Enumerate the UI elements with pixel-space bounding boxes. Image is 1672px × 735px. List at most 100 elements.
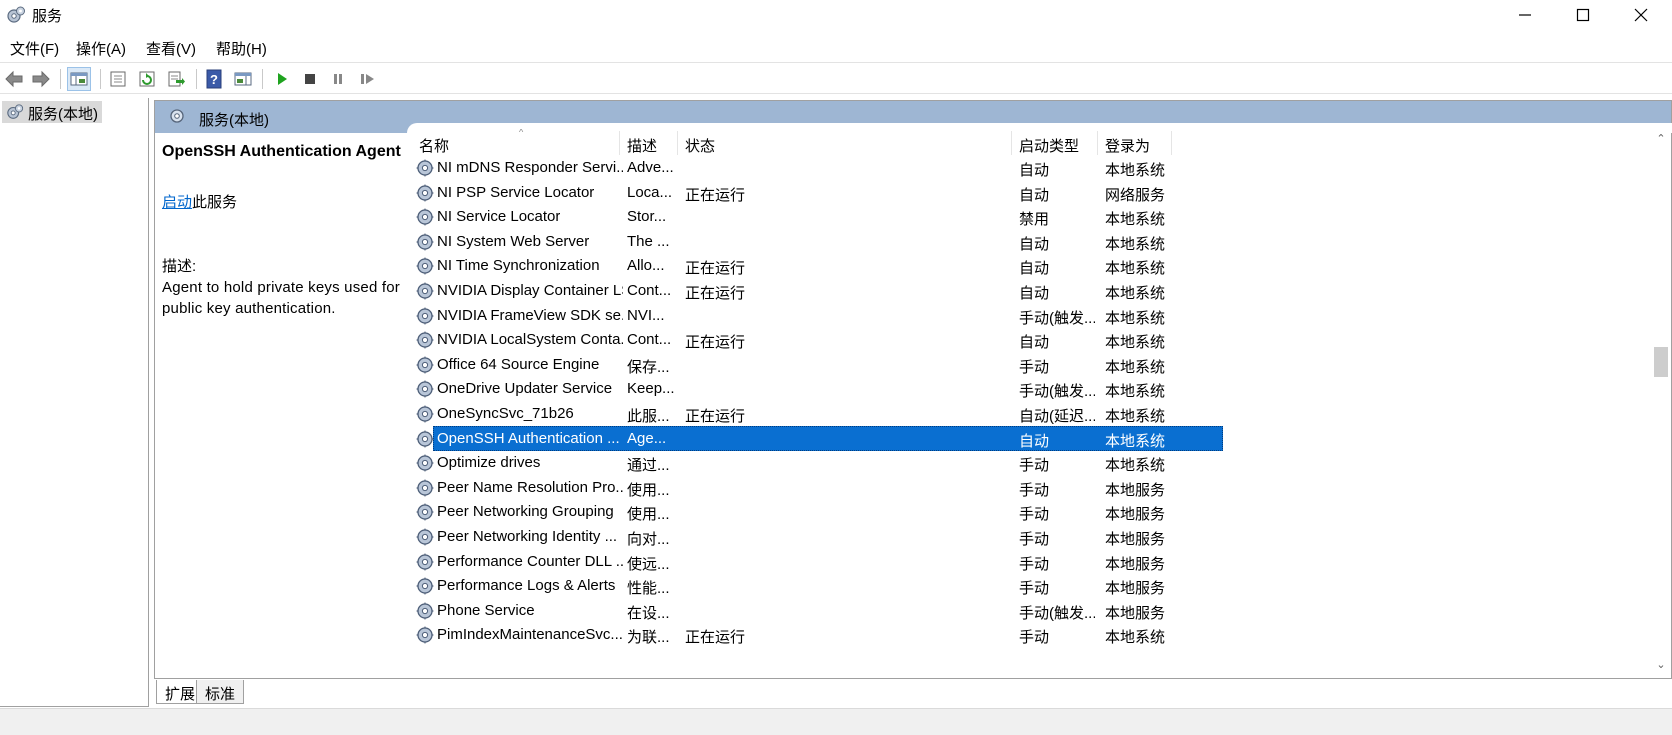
minimize-button[interactable] [1496,0,1554,30]
service-row[interactable]: NVIDIA LocalSystem Conta... Cont... 正在运行 自动… [411,327,1223,353]
properties-icon [110,71,126,87]
console-tree: 服务(本地) [0,98,149,707]
service-row[interactable]: OneDrive Updater Service Keep... 手动(触发... 本… [411,376,1223,402]
help-button[interactable]: ? [202,67,226,91]
service-startup-type: 手动 [1019,457,1050,475]
service-gear-icon [416,478,434,497]
scroll-up-icon[interactable]: ⌃ [1655,133,1667,145]
service-name: Performance Counter DLL ... [437,552,623,570]
service-row[interactable]: NI mDNS Responder Servi... Adve... 自动 本地系统 [411,155,1223,181]
show-hide-action-pane-button[interactable] [231,67,255,91]
window-title: 服务 [32,8,63,25]
service-name: PimIndexMaintenanceSvc... [437,626,623,644]
service-status: 正在运行 [685,260,746,278]
scroll-down-icon[interactable]: ⌄ [1655,659,1667,671]
description-panel: OpenSSH Authentication Agent 启动此服务 描述: A… [162,143,412,317]
service-row[interactable]: Performance Logs & Alerts 性能... 手动 本地服务 [411,573,1223,599]
service-logon-as: 本地系统 [1105,432,1166,450]
service-row[interactable]: OpenSSH Authentication ... Age... 自动 本地系统 [411,425,1223,452]
menu-help[interactable]: 帮助(H) [216,38,267,59]
service-startup-type: 手动 [1019,629,1050,647]
show-hide-console-tree-button[interactable] [67,67,91,91]
service-logon-as: 本地系统 [1105,285,1166,302]
service-startup-type: 手动 [1019,506,1050,524]
pause-service-button[interactable] [326,67,350,91]
service-startup-type: 自动 [1019,260,1050,278]
service-gear-icon [416,159,434,177]
back-button[interactable] [2,67,26,91]
service-action-suffix: 此服务 [192,194,238,211]
service-logon-as: 本地服务 [1105,555,1166,573]
close-button[interactable] [1612,0,1670,30]
scroll-thumb[interactable] [1654,347,1668,377]
tab-standard[interactable]: 标准 [196,680,245,704]
service-row[interactable]: PimIndexMaintenanceSvc... 为联... 正在运行 手动 本地系统 [411,622,1223,648]
service-row[interactable]: NVIDIA FrameView SDK se... NVI... 手动(触发...… [411,303,1223,329]
export-list-button[interactable] [164,67,188,91]
start-service-link[interactable]: 启动 [162,194,192,211]
service-name: Peer Networking Grouping [437,503,614,521]
service-logon-as: 本地服务 [1105,531,1166,548]
forward-button[interactable] [29,67,53,91]
column-header-name[interactable]: 名称 [419,129,449,155]
vertical-scrollbar[interactable]: ⌃ ⌄ [1651,129,1671,677]
service-description: Loca... [627,183,673,201]
refresh-button[interactable] [135,67,159,91]
column-header-startup-label: 启动类型 [1019,138,1080,155]
service-startup-type: 手动 [1019,358,1050,376]
service-startup-type: 手动(触发... [1019,309,1095,327]
properties-button[interactable] [106,67,130,91]
service-logon-as: 本地服务 [1105,604,1166,622]
column-header-status[interactable]: 状态 [685,129,715,155]
service-description: NVI... [627,306,665,324]
description-label: 描述: [162,258,197,275]
resume-service-button[interactable] [356,67,380,91]
service-logon-as: 本地系统 [1105,457,1166,475]
service-logon-as: 本地系统 [1105,211,1166,229]
service-description: 在设... [627,604,670,622]
service-row[interactable]: Performance Counter DLL ... 使远... 手动 本地服务 [411,549,1223,575]
service-gear-icon [416,626,434,645]
service-logon-as: 本地系统 [1105,235,1166,253]
service-status: 正在运行 [685,334,746,352]
service-row[interactable]: Peer Networking Identity ... 向对... 手动 本地服务 [411,524,1223,550]
service-name: Peer Networking Identity ... [437,528,618,545]
selected-service-title: OpenSSH Authentication Agent [162,143,401,160]
services-gear-icon [7,104,24,119]
column-header-startup-type[interactable]: 启动类型 [1019,129,1079,155]
service-row[interactable]: Phone Service 在设... 手动(触发... 本地服务 [411,598,1223,624]
column-header-description-label: 描述 [627,138,658,155]
tree-item-services-local[interactable]: 服务(本地) [2,101,102,123]
menu-action[interactable]: 操作(A) [76,38,126,59]
service-name: OpenSSH Authentication ... [437,429,620,447]
service-description: 通过... [627,457,670,475]
service-row[interactable]: Peer Networking Grouping 使用... 手动 本地服务 [411,499,1223,525]
service-description: 使远... [627,555,670,573]
service-row[interactable]: OneSyncSvc_71b26 此服... 正在运行 自动(延迟... 本地系统 [411,401,1223,427]
service-row[interactable]: NI Time Synchronization Allo... 正在运行 自动 本地系统 [411,253,1223,279]
menu-view[interactable]: 查看(V) [146,38,196,59]
service-description: Cont... [627,282,672,299]
service-name: NI System Web Server [437,232,590,250]
column-header-logon-as[interactable]: 登录为 [1105,129,1150,155]
service-row[interactable]: NI PSP Service Locator Loca... 正在运行 自动 网络服务 [411,180,1223,206]
service-row[interactable]: NI System Web Server The ... 自动 本地系统 [411,229,1223,255]
service-name: Performance Logs & Alerts [437,577,616,595]
svg-text:?: ? [210,72,218,87]
start-service-button[interactable] [270,67,294,91]
maximize-button[interactable] [1554,0,1612,30]
service-row[interactable]: NVIDIA Display Container LS Cont... 正在运行 自动… [411,278,1223,304]
service-row[interactable]: Optimize drives 通过... 手动 本地系统 [411,450,1223,476]
service-logon-as: 本地系统 [1105,383,1166,401]
service-gear-icon [416,208,434,227]
service-gear-icon [416,552,434,571]
stop-service-button[interactable] [298,67,322,91]
menu-file[interactable]: 文件(F) [10,38,59,59]
service-gear-icon [416,232,434,251]
service-startup-type: 自动 [1019,186,1050,204]
service-row[interactable]: NI Service Locator Stor... 禁用 本地系统 [411,204,1223,230]
service-description: The ... [627,232,670,250]
column-header-description[interactable]: 描述 [627,129,657,155]
service-row[interactable]: Office 64 Source Engine 保存... 手动 本地系统 [411,352,1223,378]
service-row[interactable]: Peer Name Resolution Pro... 使用... 手动 本地服务 [411,475,1223,501]
